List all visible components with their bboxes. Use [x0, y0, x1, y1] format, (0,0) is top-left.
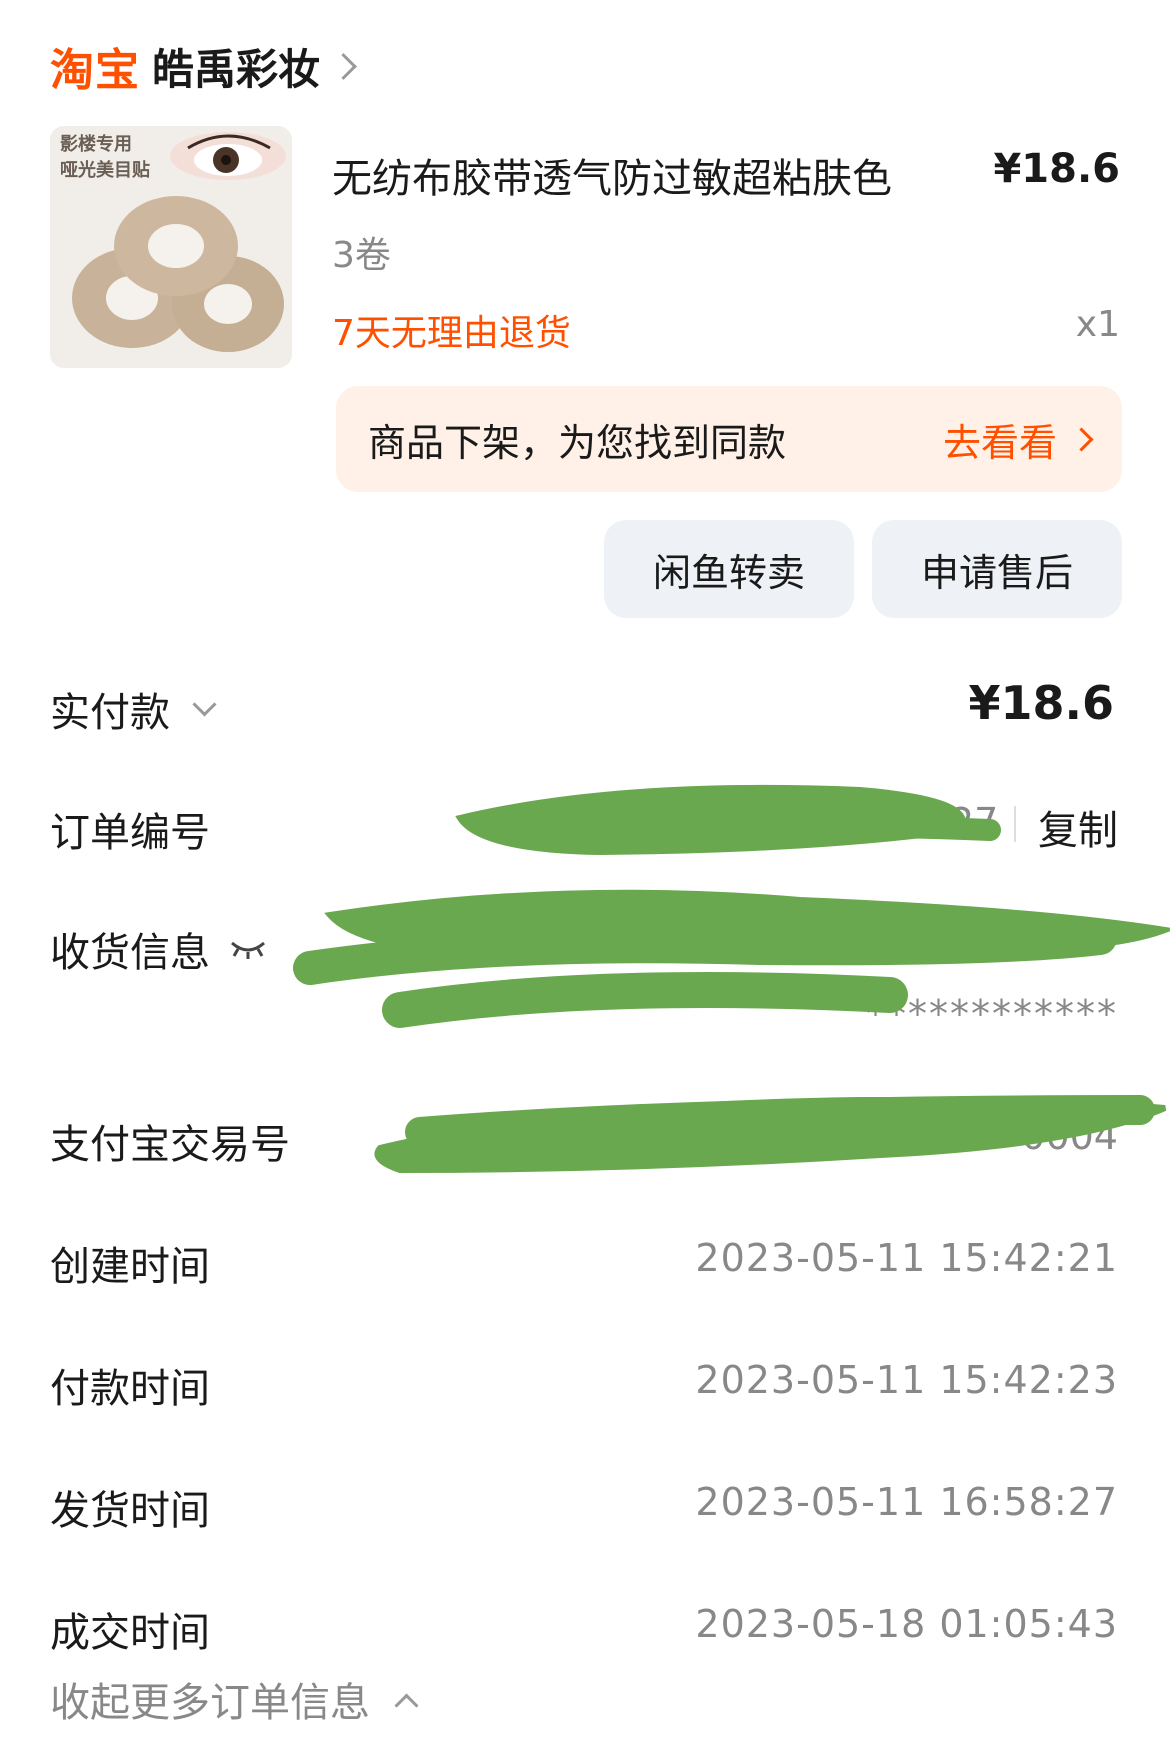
created-value: 2023-05-11 15:42:21: [695, 1236, 1118, 1280]
thumb-text-2: 哑光美目贴: [60, 159, 150, 181]
order-no-label: 订单编号: [50, 810, 210, 856]
copy-button[interactable]: 复制: [1038, 798, 1118, 856]
chevron-right-icon: [330, 52, 357, 80]
product-spec: 3卷: [332, 235, 391, 276]
chevron-up-icon: [394, 1692, 419, 1718]
product-quantity: x1: [1075, 304, 1120, 345]
thumb-text-1: 影楼专用: [60, 133, 132, 155]
shipped-value: 2023-05-11 16:58:27: [695, 1480, 1118, 1524]
eye-closed-icon[interactable]: [228, 937, 268, 961]
banner-text: 商品下架，为您找到同款: [368, 420, 787, 465]
alipay-no-value: 0004: [1021, 1114, 1118, 1158]
taobao-logo: 淘宝: [50, 45, 140, 96]
product-thumbnail[interactable]: 影楼专用 哑光美目贴: [50, 126, 292, 368]
paid-label: 实付款: [50, 690, 170, 736]
paid-time-value: 2023-05-11 15:42:23: [695, 1358, 1118, 1402]
after-sales-button[interactable]: 申请售后: [872, 520, 1122, 618]
resell-button[interactable]: 闲鱼转卖: [604, 520, 854, 618]
paid-amount: ¥18.6: [968, 676, 1114, 730]
return-policy-tag: 7天无理由退货: [332, 313, 571, 354]
created-label: 创建时间: [50, 1244, 210, 1290]
divider: [1014, 806, 1016, 842]
shipping-masked-phone: ************: [866, 992, 1118, 1036]
banner-link-label: 去看看: [942, 420, 1057, 465]
chevron-down-icon: [192, 691, 217, 717]
banner-link[interactable]: 去看看: [942, 412, 1094, 467]
alipay-no-label: 支付宝交易号: [50, 1122, 290, 1168]
shop-name: 皓禹彩妆: [152, 44, 321, 94]
collapse-order-info[interactable]: 收起更多订单信息: [50, 1670, 419, 1728]
delisted-banner[interactable]: 商品下架，为您找到同款 去看看: [336, 386, 1122, 492]
collapse-label: 收起更多订单信息: [50, 1680, 370, 1726]
closed-value: 2023-05-18 01:05:43: [695, 1602, 1118, 1646]
order-no-value: 27: [950, 800, 999, 844]
shipping-label: 收货信息: [50, 930, 210, 976]
shipped-label: 发货时间: [50, 1488, 210, 1534]
chevron-right-icon: [1069, 426, 1094, 452]
product-price: ¥18.6: [993, 146, 1120, 192]
shipping-label-row[interactable]: 收货信息: [50, 920, 268, 978]
product-name[interactable]: 无纺布胶带透气防过敏超粘肤色: [332, 146, 892, 204]
paid-time-label: 付款时间: [50, 1366, 210, 1412]
paid-label-row[interactable]: 实付款: [50, 680, 217, 738]
shop-header[interactable]: 淘宝 皓禹彩妆: [50, 34, 357, 98]
closed-label: 成交时间: [50, 1610, 210, 1656]
